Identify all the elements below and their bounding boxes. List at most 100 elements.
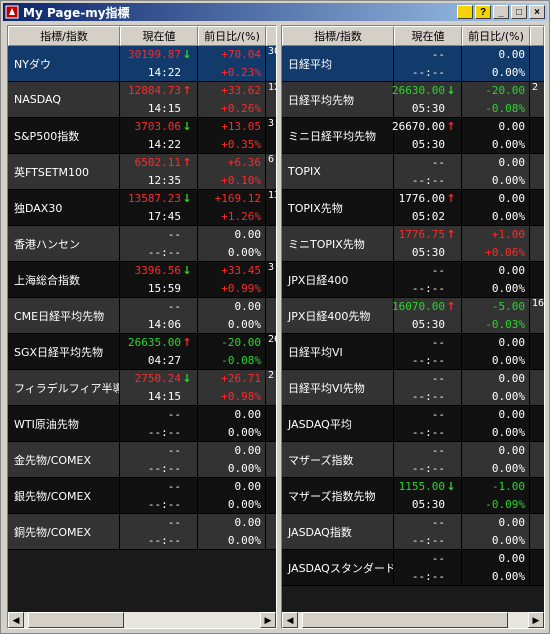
header-price[interactable]: 現在値	[120, 26, 198, 46]
row-change-cell: +26.71 +0.98%	[198, 370, 266, 405]
trend-arrow-icon: ↑	[182, 336, 192, 350]
table-row[interactable]: TOPIX先物 1776.00 ↑ 05:02 0.00 0.00%	[282, 190, 544, 226]
row-change-pct: 0.00%	[227, 533, 261, 547]
row-price-line: 1776.75 ↑	[399, 228, 457, 241]
row-price: --	[431, 264, 445, 278]
row-extra: 26	[268, 334, 276, 345]
row-name: 日経平均先物	[282, 82, 394, 117]
row-price-cell: 26630.00 ↓ 05:30	[392, 82, 462, 117]
table-row[interactable]: 日経平均VI先物 -- --:-- 0.00 0.00%	[282, 370, 544, 406]
table-row[interactable]: 香港ハンセン -- --:-- 0.00 0.00%	[8, 226, 276, 262]
row-change-pct: +0.10%	[221, 173, 261, 187]
row-extra	[530, 514, 544, 549]
row-name: 日経平均VI先物	[282, 370, 394, 405]
table-row[interactable]: 英FTSETM100 6502.11 ↑ 12:35 +6.36 +0.10% 6	[8, 154, 276, 190]
right-table-header: 指標/指数 現在値 前日比/(%)	[282, 26, 544, 46]
table-row[interactable]: S&P500指数 3703.06 ↓ 14:22 +13.05 +0.35% 3	[8, 118, 276, 154]
table-row[interactable]: CME日経平均先物 -- 14:06 0.00 0.00%	[8, 298, 276, 334]
table-row[interactable]: フィラデルフィア半導 2750.24 ↓ 14:15 +26.71 +0.98% 2	[8, 370, 276, 406]
header-extra[interactable]	[266, 26, 276, 46]
row-price-line: --	[432, 552, 457, 565]
table-row[interactable]: JASDAQ指数 -- --:-- 0.00 0.00%	[282, 514, 544, 550]
row-change-cell: +33.45 +0.99%	[198, 262, 266, 297]
header-change[interactable]: 前日比/(%)	[462, 26, 530, 46]
table-row[interactable]: 上海総合指数 3396.56 ↓ 15:59 +33.45 +0.99% 3	[8, 262, 276, 298]
close-button[interactable]: ×	[529, 5, 545, 19]
row-price-cell: 26670.00 ↑ 05:30	[392, 118, 462, 153]
table-row[interactable]: NYダウ30199.87↓14:22+70.04+0.23%30	[8, 46, 276, 82]
help-button[interactable]: ?	[475, 5, 491, 19]
row-price: 3396.56	[134, 264, 181, 278]
row-name: JPX日経400先物	[282, 298, 394, 333]
table-row[interactable]: SGX日経平均先物26635.00↑04:27-20.00-0.08%26	[8, 334, 276, 370]
row-change: +26.71	[221, 372, 261, 386]
row-change-cell: +33.62 +0.26%	[198, 82, 266, 117]
trend-arrow-icon: ↓	[446, 480, 456, 494]
right-hscrollbar[interactable]: ◀ ▶	[282, 612, 544, 628]
table-row[interactable]: マザーズ指数 -- --:-- 0.00 0.00%	[282, 442, 544, 478]
row-name: ミニ日経平均先物	[282, 118, 394, 153]
maximize-button[interactable]: □	[511, 5, 527, 19]
row-change: 0.00	[498, 516, 526, 530]
scroll-track[interactable]	[298, 612, 528, 628]
row-price-line: --	[432, 48, 457, 61]
header-change[interactable]: 前日比/(%)	[198, 26, 266, 46]
table-row[interactable]: ミニTOPIX先物 1776.75 ↑ 05:30 +1.00 +0.06%	[282, 226, 544, 262]
row-change-cell: 0.00 0.00%	[198, 442, 266, 477]
row-price-line: 2750.24 ↓	[135, 372, 193, 385]
scroll-right-icon[interactable]: ▶	[528, 612, 544, 628]
row-change-pct: -0.03%	[485, 317, 525, 331]
row-change-pct: 0.00%	[227, 317, 261, 331]
table-row[interactable]: JASDAQ平均 -- --:-- 0.00 0.00%	[282, 406, 544, 442]
trend-arrow-icon: ↑	[446, 120, 456, 134]
table-row[interactable]: 日経平均先物 26630.00 ↓ 05:30 -20.00 -0.08% 2	[282, 82, 544, 118]
row-time: 14:22	[147, 65, 181, 79]
scroll-left-icon[interactable]: ◀	[8, 612, 24, 628]
row-change: 0.00	[498, 552, 526, 566]
scroll-left-icon[interactable]: ◀	[282, 612, 298, 628]
table-row[interactable]: ミニ日経平均先物 26670.00 ↑ 05:30 0.00 0.00%	[282, 118, 544, 154]
row-price-line: 6502.11 ↑	[135, 156, 193, 169]
row-price-cell: 6502.11 ↑ 12:35	[120, 154, 198, 189]
row-price-line: 16070.00 ↑	[392, 300, 457, 313]
row-change-pct: +0.23%	[221, 65, 261, 79]
pin-icon[interactable]: ⚡	[457, 5, 473, 19]
title-bar[interactable]: My Page-my指標 ⚡ ? _ □ ×	[3, 3, 547, 21]
row-change-cell: 0.00 0.00%	[462, 154, 530, 189]
table-row[interactable]: 銅先物/COMEX -- --:-- 0.00 0.00%	[8, 514, 276, 550]
header-name[interactable]: 指標/指数	[8, 26, 120, 46]
table-row[interactable]: 日経平均 -- --:-- 0.00 0.00%	[282, 46, 544, 82]
table-row[interactable]: TOPIX -- --:-- 0.00 0.00%	[282, 154, 544, 190]
trend-arrow-icon: ↓	[182, 120, 192, 134]
row-price-line: --	[432, 372, 457, 385]
table-row[interactable]: JPX日経400 -- --:-- 0.00 0.00%	[282, 262, 544, 298]
scroll-thumb[interactable]	[302, 612, 508, 628]
scroll-track[interactable]	[24, 612, 260, 628]
row-price-cell: 1776.75 ↑ 05:30	[394, 226, 462, 261]
header-price[interactable]: 現在値	[394, 26, 462, 46]
header-name[interactable]: 指標/指数	[282, 26, 394, 46]
table-row[interactable]: WTI原油先物 -- --:-- 0.00 0.00%	[8, 406, 276, 442]
table-row[interactable]: 銀先物/COMEX -- --:-- 0.00 0.00%	[8, 478, 276, 514]
minimize-button[interactable]: _	[493, 5, 509, 19]
row-time: --:--	[147, 245, 181, 259]
row-name: NYダウ	[8, 46, 120, 81]
table-row[interactable]: 金先物/COMEX -- --:-- 0.00 0.00%	[8, 442, 276, 478]
row-change-cell: 0.00 0.00%	[198, 478, 266, 513]
scroll-right-icon[interactable]: ▶	[260, 612, 276, 628]
header-extra[interactable]	[530, 26, 544, 46]
scroll-thumb[interactable]	[28, 612, 124, 628]
row-price-line: --	[168, 408, 193, 421]
row-price-cell: -- --:--	[394, 514, 462, 549]
row-change-cell: 0.00 0.00%	[198, 406, 266, 441]
table-row[interactable]: 日経平均VI -- --:-- 0.00 0.00%	[282, 334, 544, 370]
left-hscrollbar[interactable]: ◀ ▶	[8, 612, 276, 628]
row-change-pct: 0.00%	[491, 353, 525, 367]
table-row[interactable]: JPX日経400先物 16070.00 ↑ 05:30 -5.00 -0.03% 16	[282, 298, 544, 334]
table-row[interactable]: マザーズ指数先物 1155.00 ↓ 05:30 -1.00 -0.09%	[282, 478, 544, 514]
table-row[interactable]: 独DAX3013587.23↓17:45+169.12+1.26%13	[8, 190, 276, 226]
row-price-line: --	[168, 480, 193, 493]
table-row[interactable]: NASDAQ12804.73↑14:15+33.62+0.26%12	[8, 82, 276, 118]
table-row[interactable]: JASDAQスタンダード -- --:-- 0.00 0.00%	[282, 550, 544, 586]
row-change-pct: 0.00%	[491, 389, 525, 403]
